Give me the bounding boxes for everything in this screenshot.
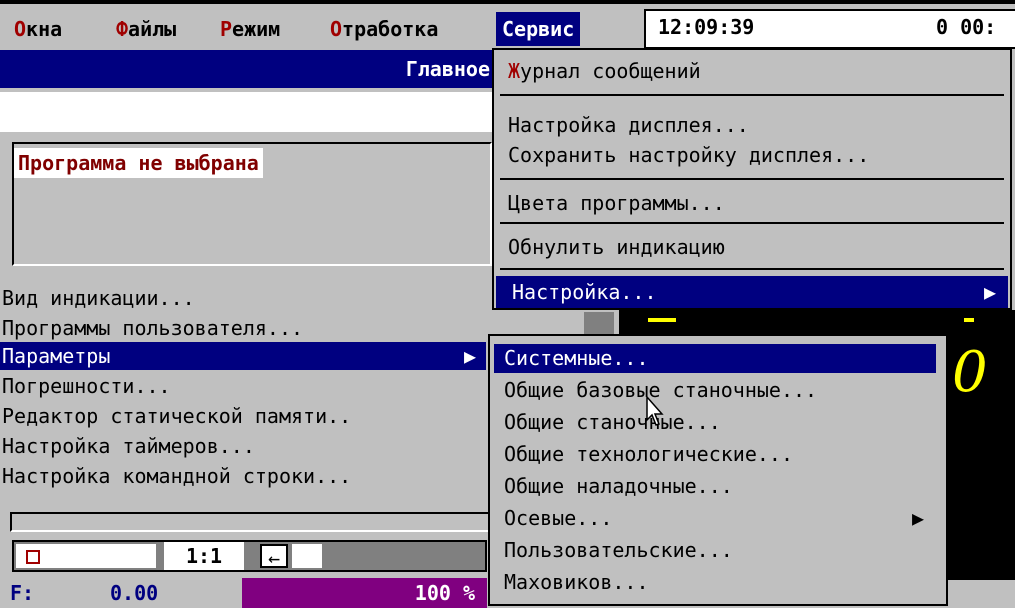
zoom-indicator[interactable] (16, 544, 156, 568)
menu-okna[interactable]: Окна (8, 12, 68, 46)
submenu-item-handwheels[interactable]: Маховиков... (504, 568, 649, 597)
main-menu: Вид индикации... Программы пользователя.… (0, 278, 488, 513)
submenu-arrow-icon: ▶ (463, 344, 476, 368)
feed-row: F: 0.00 100 % (0, 578, 490, 608)
horizontal-scrollbar[interactable] (10, 512, 490, 532)
menu-service[interactable]: Сервис (496, 12, 581, 46)
submenu-item-general-technological[interactable]: Общие технологические... (504, 440, 793, 469)
menu-separator (500, 94, 1004, 96)
menu-rezhim[interactable]: Режим (214, 12, 286, 46)
submenu-item-axes[interactable]: Осевые... ▶ (504, 504, 924, 533)
feed-label: F: (10, 581, 35, 605)
mouse-cursor-icon (646, 396, 664, 426)
service-dropdown: Журнал сообщений Настройка дисплея... Со… (492, 48, 1012, 310)
menu-separator (500, 222, 1004, 224)
program-status: Программа не выбрана (14, 148, 263, 178)
left-arrow-icon[interactable]: ← (260, 544, 288, 570)
window-title: Главное (0, 50, 500, 88)
menu-item-timer-setup[interactable]: Настройка таймеров... (0, 432, 486, 460)
menu-item-setup[interactable]: Настройка... ▶ (496, 276, 1008, 308)
menu-item-reset-indication[interactable]: Обнулить индикацию (508, 232, 725, 262)
display-dash (964, 318, 974, 322)
menu-item-view-indication[interactable]: Вид индикации... (0, 284, 486, 312)
menu-item-message-log[interactable]: Журнал сообщений (508, 56, 701, 86)
submenu-arrow-icon: ▶ (983, 280, 996, 304)
feed-override-bar: 100 % (242, 578, 487, 608)
menu-separator (500, 268, 1004, 270)
menu-item-errors[interactable]: Погрешности... (0, 372, 486, 400)
menu-otrabotka[interactable]: Отработка (324, 12, 444, 46)
menu-separator (500, 178, 1004, 180)
clock-display: 12:09:39 0 00: (644, 9, 1015, 49)
menu-bar: Окна Файлы Режим Отработка Сервис 12:09:… (0, 0, 1015, 49)
clock-time-2: 0 00: (936, 15, 997, 39)
menu-item-save-display-setup[interactable]: Сохранить настройку дисплея... (508, 140, 869, 170)
submenu-item-general-machine[interactable]: Общие станочные... (504, 408, 721, 437)
zoom-value: 1:1 (164, 542, 244, 570)
submenu-item-general-setup[interactable]: Общие наладочные... (504, 472, 733, 501)
command-line[interactable] (0, 92, 495, 132)
menu-faily[interactable]: Файлы (110, 12, 182, 46)
submenu-arrow-icon: ▶ (911, 506, 924, 530)
menu-item-static-memory-editor[interactable]: Редактор статической памяти.. (0, 402, 486, 430)
submenu-item-system[interactable]: Системные... (494, 344, 936, 373)
submenu-item-user[interactable]: Пользовательские... (504, 536, 733, 565)
feed-value: 0.00 (110, 581, 159, 605)
menu-item-command-line-setup[interactable]: Настройка командной строки... (0, 462, 486, 490)
clock-time: 12:09:39 (658, 15, 755, 39)
zoom-slider-knob[interactable] (292, 544, 322, 568)
square-icon (26, 550, 40, 564)
program-panel: Программа не выбрана (12, 142, 492, 266)
menu-item-display-setup[interactable]: Настройка дисплея... (508, 110, 749, 140)
zoom-bar: 1:1 ← (12, 540, 487, 572)
menu-item-program-colors[interactable]: Цвета программы... (508, 188, 725, 218)
setup-submenu: Системные... Общие базовые станочные... … (488, 334, 948, 606)
menu-item-user-programs[interactable]: Программы пользователя... (0, 314, 486, 342)
display-dash (648, 318, 676, 322)
display-digits: 0 (952, 340, 988, 405)
menu-item-parameters[interactable]: Параметры ▶ (0, 342, 486, 370)
